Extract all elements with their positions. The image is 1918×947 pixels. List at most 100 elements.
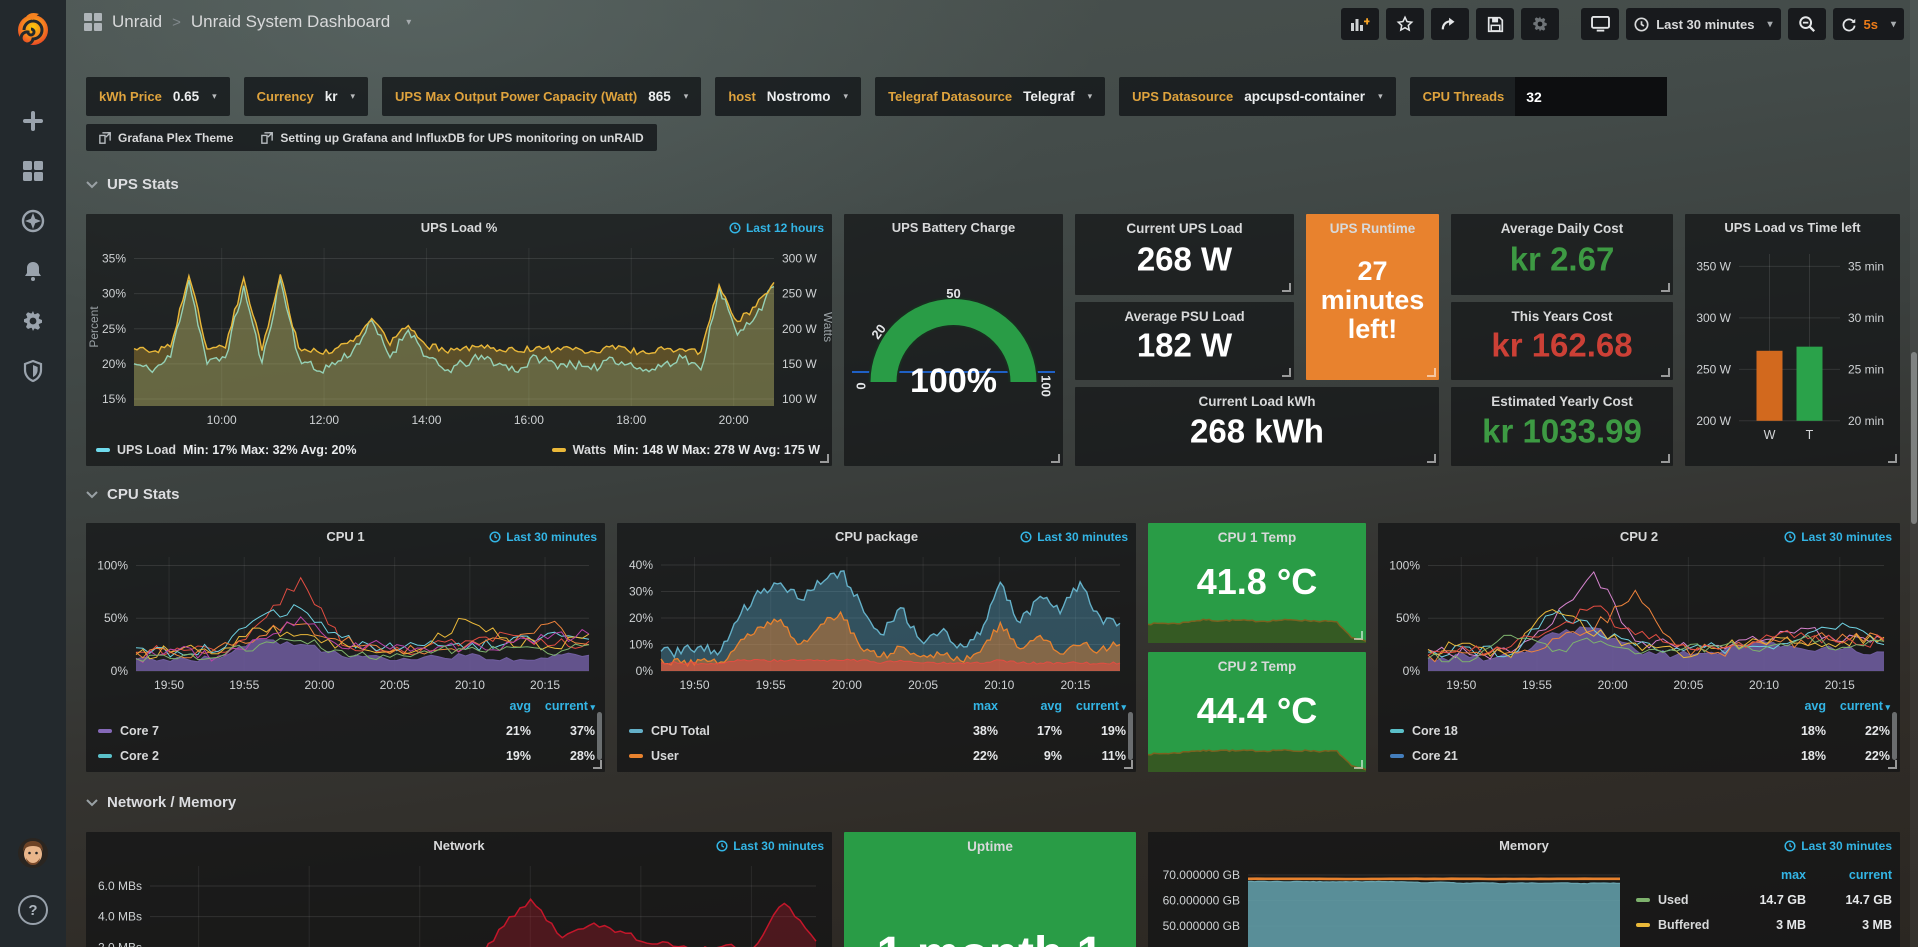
variable-currency[interactable]: Currency kr▾ (244, 77, 368, 116)
panel-resize-handle[interactable] (1888, 760, 1897, 769)
panel-title[interactable]: UPS Load % (126, 220, 792, 235)
stat-title[interactable]: Estimated Yearly Cost (1451, 394, 1673, 409)
panel-resize-handle[interactable] (1282, 283, 1291, 292)
explore-compass-icon[interactable] (20, 208, 46, 234)
legend-sort-header[interactable]: current ▾ (1062, 699, 1126, 713)
cpu-threads-input[interactable] (1515, 77, 1667, 116)
section-ups-stats[interactable]: UPS Stats (86, 176, 179, 193)
legend-sort-header[interactable]: current ▾ (1826, 699, 1890, 713)
breadcrumb-dashboard-title[interactable]: Unraid System Dashboard (191, 12, 390, 32)
panel-resize-handle[interactable] (1661, 368, 1670, 377)
variable-host[interactable]: host Nostromo▾ (715, 77, 861, 116)
panel-resize-handle[interactable] (1124, 760, 1133, 769)
legend-sort-header[interactable]: current (1806, 868, 1892, 882)
panel-time-range[interactable]: Last 30 minutes (1020, 530, 1128, 544)
stat-title[interactable]: Uptime (844, 839, 1136, 854)
legend-item[interactable]: Used (1636, 893, 1689, 907)
legend-scrollbar[interactable] (1128, 712, 1133, 760)
dashboards-icon[interactable] (20, 158, 46, 184)
stat-title[interactable]: Current UPS Load (1075, 221, 1294, 236)
legend-item[interactable]: CPU Total (629, 724, 710, 738)
legend-sort-header[interactable]: avg (467, 699, 531, 713)
stat-title[interactable]: UPS Runtime (1306, 221, 1439, 236)
dashboard-grid-icon[interactable] (84, 13, 102, 31)
user-avatar[interactable] (17, 837, 49, 869)
legend-sort-header[interactable]: avg (1762, 699, 1826, 713)
section-network-memory[interactable]: Network / Memory (86, 794, 236, 811)
stat-title[interactable]: CPU 1 Temp (1148, 530, 1366, 545)
breadcrumb-folder[interactable]: Unraid (112, 12, 162, 32)
panel-resize-handle[interactable] (1427, 368, 1436, 377)
refresh-picker[interactable]: 5s ▾ (1833, 8, 1905, 40)
legend-sort-header[interactable]: max (1720, 868, 1806, 882)
share-button[interactable] (1431, 8, 1469, 40)
server-admin-shield-icon[interactable] (20, 358, 46, 384)
stat-value: kr 1033.99 (1451, 412, 1673, 450)
legend-item[interactable]: Core 2 (98, 749, 159, 763)
variable-ups-datasource[interactable]: UPS Datasource apcupsd-container▾ (1119, 77, 1395, 116)
chevron-down-icon[interactable]: ▾ (406, 17, 411, 28)
page-scrollbar[interactable] (1910, 0, 1918, 947)
link-ups-monitoring-guide[interactable]: Setting up Grafana and InfluxDB for UPS … (261, 131, 643, 145)
panel-resize-handle[interactable] (593, 760, 602, 769)
save-button[interactable] (1476, 8, 1514, 40)
time-range-picker[interactable]: Last 30 minutes ▾ (1626, 8, 1780, 40)
dashboard-settings-gear-icon[interactable] (1521, 8, 1559, 40)
legend-item[interactable]: Buffered (1636, 918, 1709, 932)
stat-title[interactable]: This Years Cost (1451, 309, 1673, 324)
legend-item[interactable]: UPS LoadMin: 17% Max: 32% Avg: 20% (96, 443, 356, 457)
add-panel-button[interactable] (1341, 8, 1379, 40)
legend-item[interactable]: Core 7 (98, 724, 159, 738)
legend-item[interactable]: Core 21 (1390, 749, 1458, 763)
panel-resize-handle[interactable] (820, 454, 829, 463)
panel-resize-handle[interactable] (1661, 283, 1670, 292)
stat-title[interactable]: CPU 2 Temp (1148, 659, 1366, 674)
legend-scrollbar[interactable] (597, 712, 602, 760)
legend-item[interactable]: Core 18 (1390, 724, 1458, 738)
legend-scrollbar[interactable] (1892, 712, 1897, 760)
panel-resize-handle[interactable] (1888, 454, 1897, 463)
variable-kwh-price[interactable]: kWh Price 0.65▾ (86, 77, 230, 116)
panel-title[interactable]: UPS Load vs Time left (1693, 220, 1892, 235)
scrollbar-thumb[interactable] (1911, 352, 1917, 524)
section-cpu-stats[interactable]: CPU Stats (86, 486, 180, 503)
stat-value: kr 2.67 (1451, 240, 1673, 278)
legend-sort-header[interactable]: max (934, 699, 998, 713)
stat-title[interactable]: Average PSU Load (1075, 309, 1294, 324)
star-button[interactable] (1386, 8, 1424, 40)
create-plus-icon[interactable] (20, 108, 46, 134)
stat-title[interactable]: Average Daily Cost (1451, 221, 1673, 236)
panel-resize-handle[interactable] (1427, 454, 1436, 463)
panel-resize-handle[interactable] (1282, 368, 1291, 377)
panel-resize-handle[interactable] (1051, 454, 1060, 463)
tv-kiosk-mode-button[interactable] (1581, 8, 1619, 40)
panel-title[interactable]: Memory (1188, 838, 1860, 853)
chevron-down-icon: ▾ (1767, 19, 1772, 30)
help-icon[interactable]: ? (18, 895, 48, 925)
grafana-logo-icon[interactable] (12, 8, 54, 50)
panel-resize-handle[interactable] (1354, 760, 1363, 769)
panel-resize-handle[interactable] (1661, 454, 1670, 463)
panel-resize-handle[interactable] (1354, 631, 1363, 640)
svg-text:20:10: 20:10 (455, 678, 485, 692)
legend-item[interactable]: WattsMin: 148 W Max: 278 W Avg: 175 W (552, 443, 820, 457)
panel-time-range[interactable]: Last 30 minutes (716, 839, 824, 853)
panel-title[interactable]: Network (126, 838, 792, 853)
link-grafana-plex-theme[interactable]: Grafana Plex Theme (99, 131, 233, 145)
panel-time-range[interactable]: Last 12 hours (729, 221, 824, 235)
legend-sort-header[interactable]: current ▾ (531, 699, 595, 713)
panel-time-range[interactable]: Last 30 minutes (1784, 839, 1892, 853)
variable-telegraf-datasource[interactable]: Telegraf Datasource Telegraf▾ (875, 77, 1105, 116)
legend-item[interactable]: User (629, 749, 679, 763)
panel-title[interactable]: UPS Battery Charge (854, 220, 1053, 235)
stat-title[interactable]: Current Load kWh (1075, 394, 1439, 409)
svg-text:20:15: 20:15 (1825, 678, 1855, 692)
variable-ups-max-output[interactable]: UPS Max Output Power Capacity (Watt) 865… (382, 77, 701, 116)
panel-time-range[interactable]: Last 30 minutes (1784, 530, 1892, 544)
stat-value: 1 month 1 (844, 927, 1136, 947)
zoom-out-button[interactable] (1788, 8, 1826, 40)
configuration-gear-icon[interactable] (20, 308, 46, 334)
alerting-bell-icon[interactable] (20, 258, 46, 284)
legend-sort-header[interactable]: avg (998, 699, 1062, 713)
panel-time-range[interactable]: Last 30 minutes (489, 530, 597, 544)
